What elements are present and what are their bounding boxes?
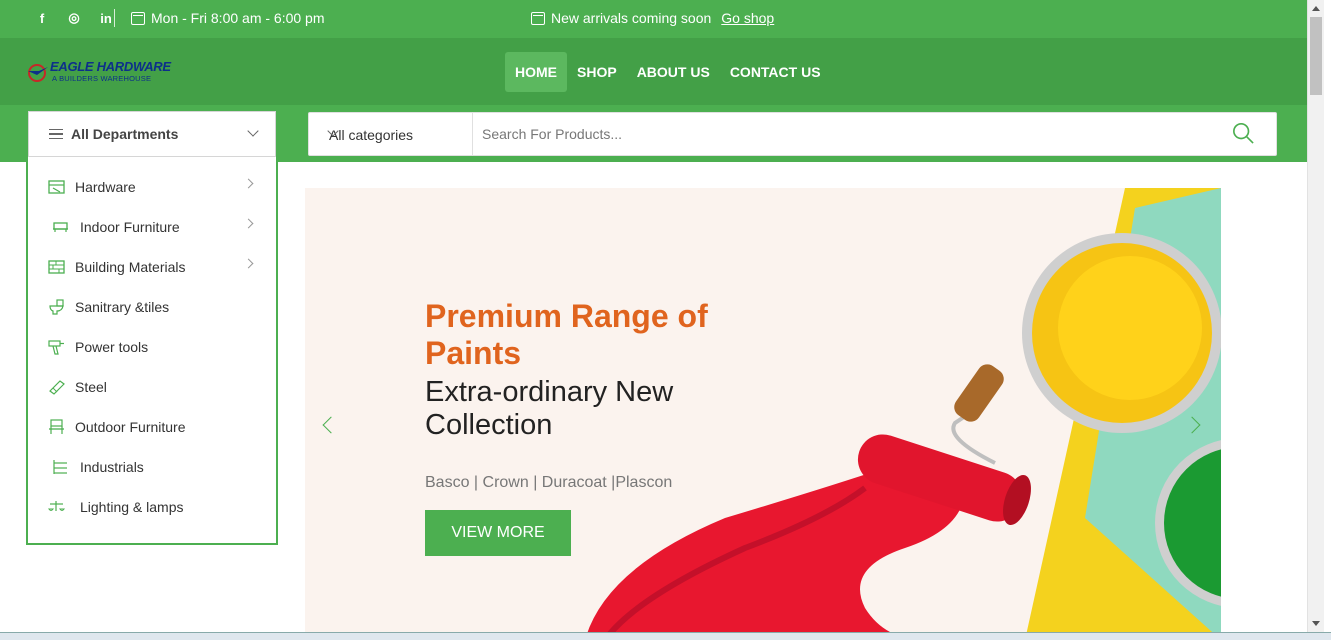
shelf-icon <box>53 460 67 474</box>
nav-shop[interactable]: SHOP <box>567 52 627 92</box>
chevron-right-icon <box>243 178 254 189</box>
dept-label: Indoor Furniture <box>80 219 180 235</box>
linkedin-icon[interactable]: in <box>90 11 122 26</box>
all-departments-toggle[interactable]: All Departments <box>28 111 276 157</box>
bottom-edge <box>0 632 1331 640</box>
store-icon <box>531 11 545 25</box>
hero-brands: Basco | Crown | Duracoat |Plascon <box>425 474 673 491</box>
bricks-icon <box>48 260 65 274</box>
chevron-down-icon <box>247 125 259 137</box>
instagram-icon[interactable]: ◎ <box>58 10 90 26</box>
view-more-button[interactable]: VIEW MORE <box>425 510 571 556</box>
page-scrollbar[interactable] <box>1307 0 1324 632</box>
nav-about-us[interactable]: ABOUT US <box>627 52 720 92</box>
hero-slider: Premium Range of Paints Extra-ordinary N… <box>305 188 1221 640</box>
logo[interactable]: EAGLE HARDWARE A BUILDERS WAREHOUSE <box>26 58 176 86</box>
category-select[interactable]: All categories <box>309 113 473 155</box>
eagle-logo-icon <box>28 64 48 82</box>
steel-icon <box>49 380 65 395</box>
search-bar: All categories <box>308 112 1277 156</box>
go-shop-link[interactable]: Go shop <box>721 10 774 26</box>
dept-label: Industrials <box>80 459 144 475</box>
dept-label: Power tools <box>75 339 149 355</box>
chevron-right-icon <box>243 258 254 269</box>
dept-label: Outdoor Furniture <box>75 419 186 435</box>
announcement: New arrivals coming soon Go shop <box>531 10 774 26</box>
dept-label: Lighting & lamps <box>80 499 184 515</box>
drill-icon <box>48 340 64 355</box>
search-input[interactable] <box>473 113 1233 155</box>
nav-home[interactable]: HOME <box>505 52 567 92</box>
hero-title: Premium Range of Paints <box>425 298 708 371</box>
dept-item-sanitary-tiles[interactable]: Sanitrary &tiles <box>28 287 276 327</box>
announcement-text: New arrivals coming soon <box>551 10 712 26</box>
dept-item-building-materials[interactable]: Building Materials <box>28 247 276 287</box>
lamp-icon <box>48 501 65 512</box>
scroll-down-icon[interactable] <box>1312 621 1320 626</box>
calendar-icon <box>131 11 145 25</box>
nav-contact-us[interactable]: CONTACT US <box>720 52 831 92</box>
dept-label: Sanitrary &tiles <box>75 299 170 315</box>
toilet-icon <box>49 299 64 315</box>
hours-text: Mon - Fri 8:00 am - 6:00 pm <box>151 10 325 26</box>
menu-icon <box>49 129 63 139</box>
dept-item-steel[interactable]: Steel <box>28 367 276 407</box>
hero-subtitle: Extra-ordinary New Collection <box>425 376 674 441</box>
sofa-icon <box>53 222 68 232</box>
category-value: All categories <box>329 127 414 143</box>
all-departments-label: All Departments <box>71 126 179 142</box>
bench-icon <box>49 419 64 434</box>
departments-menu: Hardware Indoor Furniture Building Mater… <box>26 157 278 545</box>
hardware-icon <box>48 180 65 194</box>
scroll-up-icon[interactable] <box>1312 6 1320 11</box>
dept-item-lighting-lamps[interactable]: Lighting & lamps <box>28 487 276 527</box>
logo-tagline: A BUILDERS WAREHOUSE <box>52 74 152 83</box>
dept-label: Hardware <box>75 179 136 195</box>
divider <box>114 9 115 27</box>
opening-hours: Mon - Fri 8:00 am - 6:00 pm <box>131 10 325 26</box>
dept-label: Building Materials <box>75 259 186 275</box>
dept-label: Steel <box>75 379 107 395</box>
page: f ◎ in Mon - Fri 8:00 am - 6:00 pm New a… <box>0 0 1331 640</box>
dept-item-hardware[interactable]: Hardware <box>28 167 276 207</box>
dept-item-industrials[interactable]: Industrials <box>28 447 276 487</box>
social-links: f ◎ in <box>26 10 122 26</box>
dept-item-outdoor-furniture[interactable]: Outdoor Furniture <box>28 407 276 447</box>
dept-item-indoor-furniture[interactable]: Indoor Furniture <box>28 207 276 247</box>
search-icon[interactable] <box>1232 122 1254 144</box>
main-header: EAGLE HARDWARE A BUILDERS WAREHOUSE HOME… <box>0 38 1307 105</box>
logo-name: EAGLE HARDWARE <box>50 59 171 74</box>
top-bar: f ◎ in Mon - Fri 8:00 am - 6:00 pm New a… <box>0 0 1307 38</box>
main-nav: HOME SHOP ABOUT US CONTACT US <box>505 52 831 92</box>
scroll-thumb[interactable] <box>1310 17 1322 95</box>
dept-item-power-tools[interactable]: Power tools <box>28 327 276 367</box>
facebook-icon[interactable]: f <box>26 11 58 26</box>
chevron-right-icon <box>243 218 254 229</box>
